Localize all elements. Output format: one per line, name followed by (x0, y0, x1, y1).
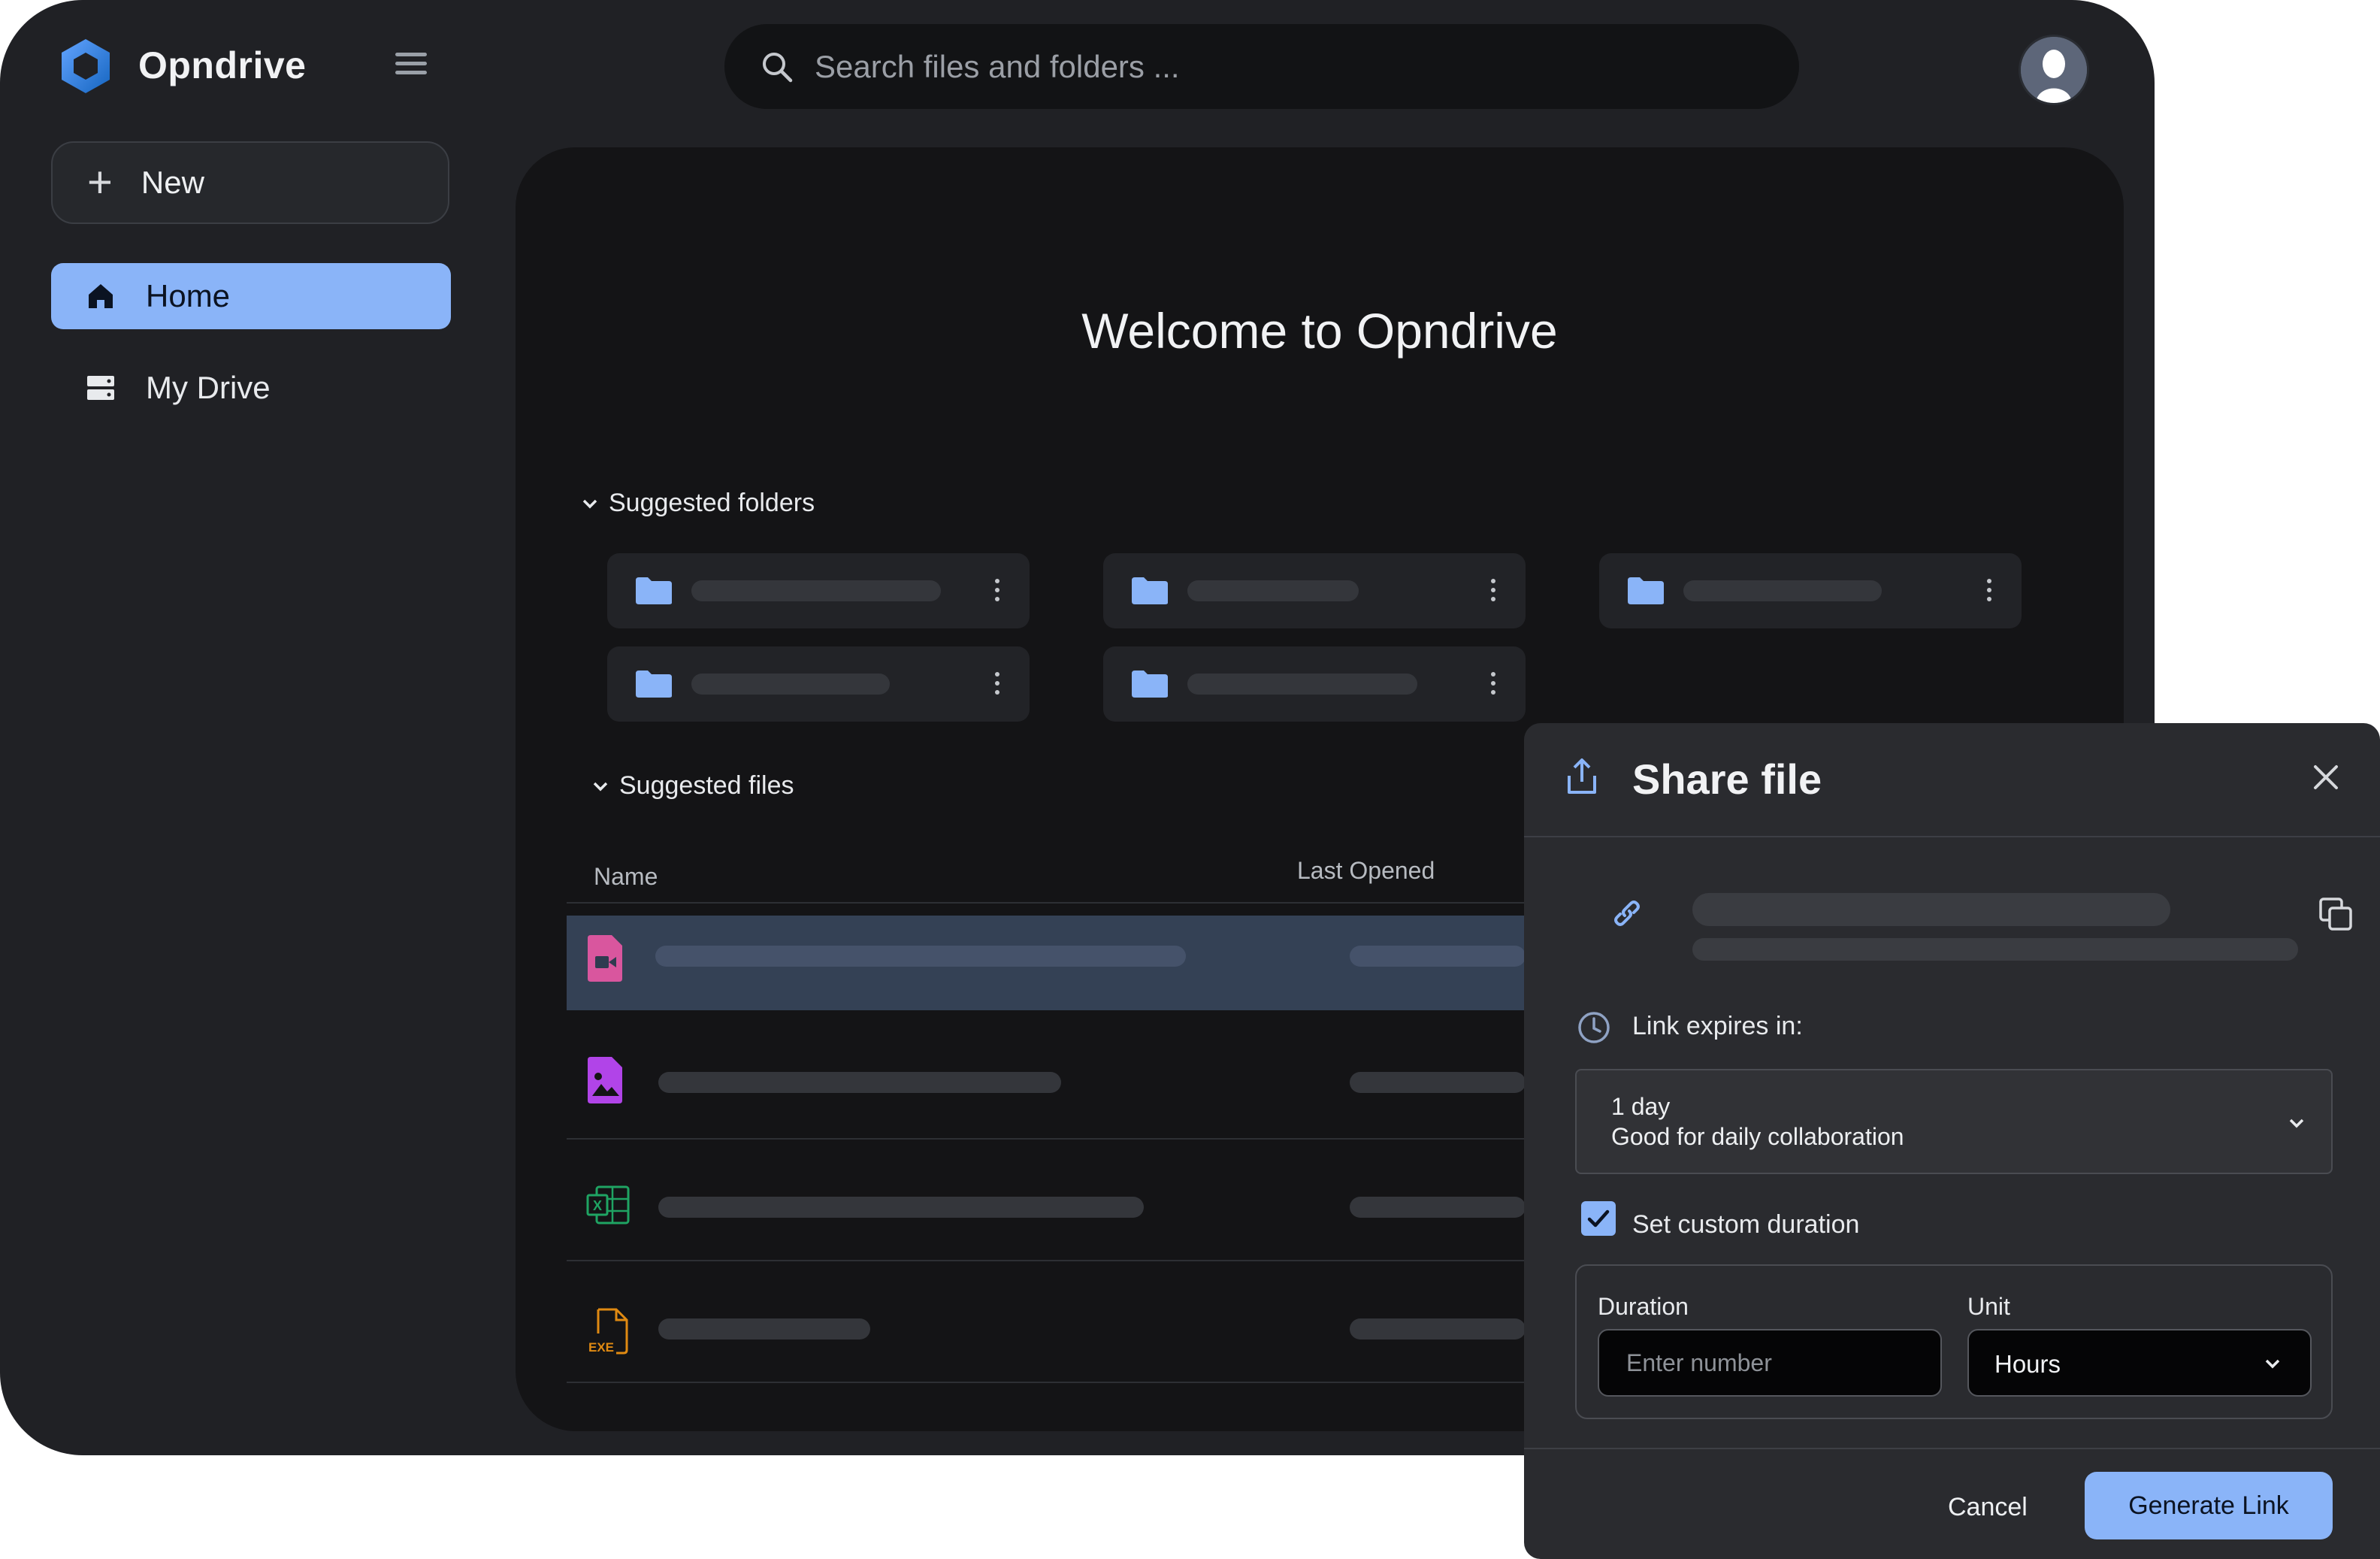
header-divider (567, 902, 1619, 904)
folder-icon (1132, 577, 1168, 604)
chevron-down-icon (2289, 1119, 2304, 1128)
chevron-down-icon (2265, 1359, 2280, 1369)
duration-label: Duration (1598, 1293, 1689, 1320)
dialog-header: Share file (1524, 723, 2380, 837)
folder-card[interactable] (607, 646, 1030, 722)
folder-card[interactable] (1599, 553, 2022, 628)
custom-duration-group: Duration Unit Hours (1575, 1264, 2333, 1419)
chevron-down-icon (593, 782, 608, 791)
unit-select[interactable]: Hours (1967, 1329, 2312, 1397)
more-options-icon[interactable] (1987, 579, 1993, 603)
search-bar[interactable] (724, 24, 1799, 109)
sidebar-item-home[interactable]: Home (51, 263, 451, 329)
close-icon[interactable] (2311, 762, 2341, 792)
expiry-description: Good for daily collaboration (1611, 1123, 1904, 1150)
table-row[interactable] (567, 1037, 1619, 1140)
svg-text:X: X (593, 1198, 602, 1213)
more-options-icon[interactable] (995, 672, 1001, 696)
new-button[interactable]: + New (51, 141, 449, 224)
folder-card[interactable] (1103, 553, 1526, 628)
search-input[interactable] (813, 47, 1718, 86)
folder-icon (1628, 577, 1664, 604)
section-label: Suggested folders (609, 489, 815, 517)
share-file-dialog: Share file Link expires in: 1 day Good f… (1524, 723, 2380, 1559)
dialog-footer-divider (1524, 1448, 2380, 1449)
more-options-icon[interactable] (1491, 672, 1497, 696)
clock-icon (1578, 1012, 1610, 1043)
sidebar-item-label: My Drive (146, 370, 271, 405)
spreadsheet-file-icon: X (586, 1185, 630, 1224)
copy-icon[interactable] (2318, 896, 2355, 934)
video-file-icon (588, 935, 622, 982)
sidebar-item-label: Home (146, 278, 231, 313)
more-options-icon[interactable] (995, 579, 1001, 603)
column-header-last-opened[interactable]: Last Opened (1297, 857, 1435, 885)
expiry-select[interactable]: 1 day Good for daily collaboration (1575, 1069, 2333, 1174)
page-title: Welcome to Opndrive (1081, 303, 1558, 359)
suggested-files-toggle[interactable]: Suggested files (589, 771, 794, 801)
section-label: Suggested files (619, 771, 794, 800)
folder-icon (636, 671, 672, 698)
link-url-placeholder (1692, 893, 2170, 926)
folder-icon (1132, 671, 1168, 698)
folder-card[interactable] (607, 553, 1030, 628)
table-row[interactable] (567, 916, 1619, 1010)
search-icon (763, 52, 793, 82)
unit-value: Hours (1994, 1350, 2061, 1378)
hexagon-logo-icon (62, 39, 110, 93)
table-row[interactable]: X (567, 1159, 1619, 1261)
folder-icon (636, 577, 672, 604)
home-icon (89, 284, 113, 308)
duration-input[interactable] (1598, 1329, 1942, 1397)
dialog-title: Share file (1632, 755, 1822, 803)
sidebar-item-my-drive[interactable]: My Drive (51, 355, 451, 421)
app-name: Opndrive (138, 44, 307, 86)
table-row[interactable]: EXE (567, 1281, 1619, 1383)
checkmark-icon (1587, 1209, 1610, 1228)
column-header-name[interactable]: Name (594, 863, 658, 891)
unit-label: Unit (1967, 1293, 2010, 1320)
exe-file-icon: EXE (588, 1308, 628, 1355)
logo (56, 36, 116, 96)
image-file-icon (588, 1057, 622, 1103)
custom-duration-label: Set custom duration (1632, 1210, 1860, 1239)
custom-duration-checkbox[interactable] (1581, 1201, 1616, 1236)
chevron-down-icon (582, 499, 597, 508)
drive-icon (87, 376, 114, 400)
plus-icon: + (87, 158, 113, 207)
user-avatar-icon (2021, 37, 2087, 103)
upload-icon (1568, 758, 1596, 794)
generate-link-button[interactable]: Generate Link (2085, 1472, 2333, 1539)
cancel-button[interactable]: Cancel (1948, 1493, 2028, 1522)
expiry-value: 1 day (1611, 1093, 1671, 1120)
link-meta-placeholder (1692, 938, 2298, 961)
folder-card[interactable] (1103, 646, 1526, 722)
more-options-icon[interactable] (1491, 579, 1497, 603)
link-icon (1614, 901, 1640, 926)
svg-text:EXE: EXE (588, 1340, 614, 1355)
suggested-folders-toggle[interactable]: Suggested folders (579, 489, 815, 518)
menu-icon[interactable] (395, 53, 427, 78)
avatar[interactable] (2019, 35, 2089, 105)
new-button-label: New (141, 165, 204, 200)
expires-label: Link expires in: (1632, 1012, 1803, 1040)
